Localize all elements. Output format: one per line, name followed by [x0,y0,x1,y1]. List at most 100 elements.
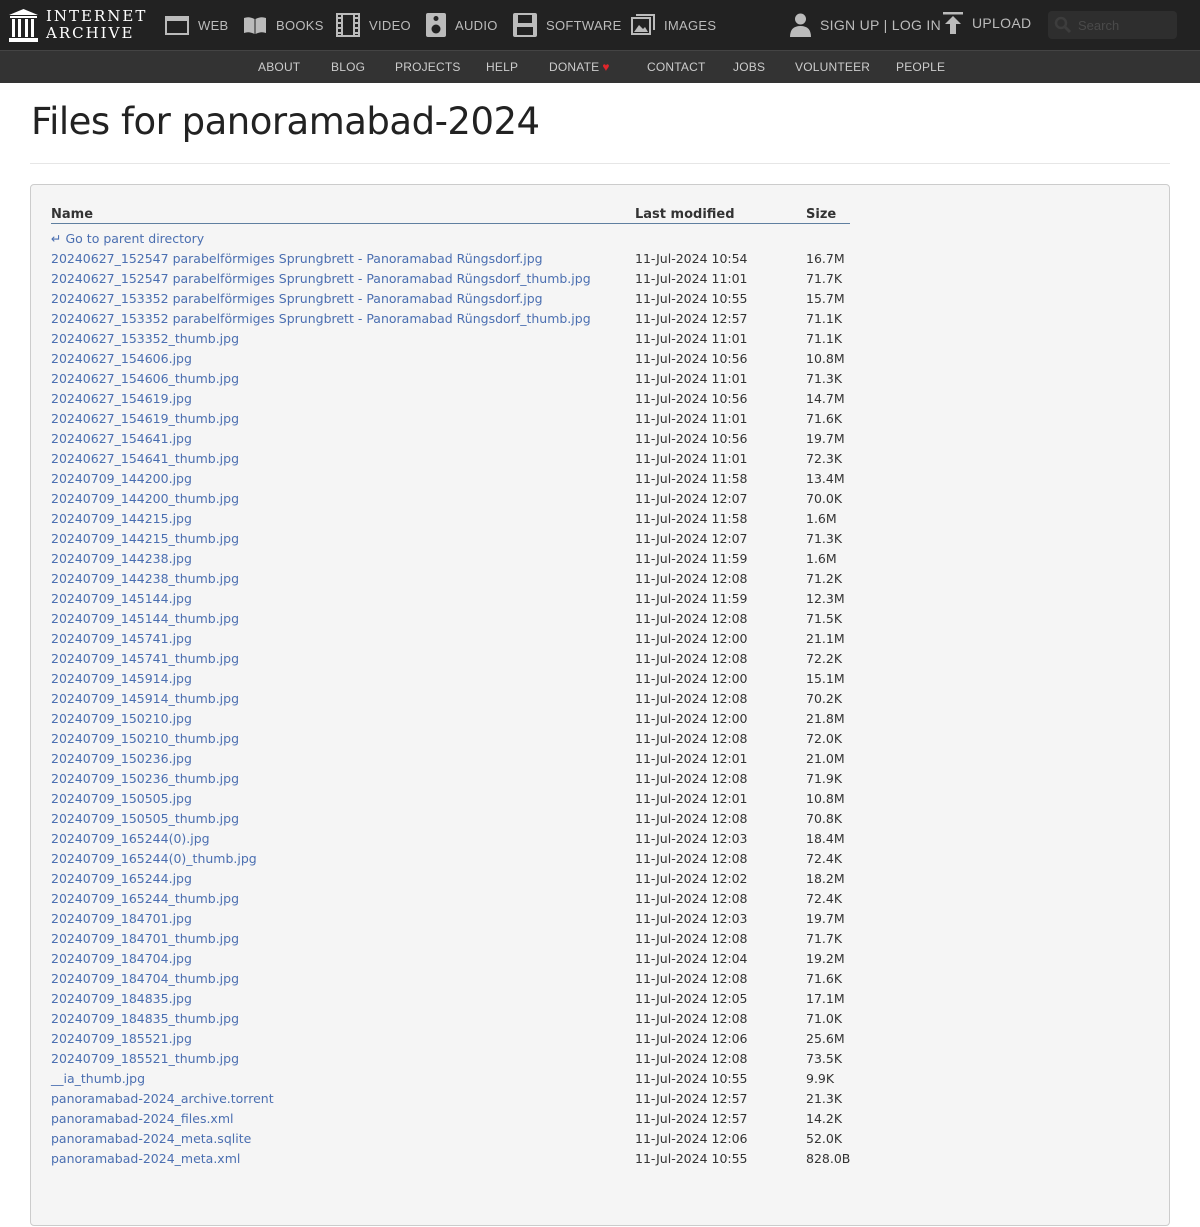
signup-login-link[interactable]: SIGN UP | LOG IN [790,11,941,39]
nav-software-label: SOFTWARE [546,17,622,33]
search-input[interactable] [1076,16,1172,34]
file-link[interactable]: 20240627_154606.jpg [51,351,192,366]
file-link[interactable]: 20240709_145741_thumb.jpg [51,651,239,666]
file-link[interactable]: 20240709_144215_thumb.jpg [51,531,239,546]
file-link[interactable]: 20240709_144238.jpg [51,551,192,566]
nav-software[interactable]: SOFTWARE [513,11,622,39]
subnav-help[interactable]: HELP [486,60,518,74]
subnav-volunteer[interactable]: VOLUNTEER [795,60,870,74]
file-size-cell: 71.0K [806,1010,843,1026]
file-modified-cell: 11-Jul-2024 10:55 [635,290,748,306]
subnav-projects[interactable]: PROJECTS [395,60,461,74]
column-header-last-modified[interactable]: Last modified [635,204,806,224]
file-modified-cell: 11-Jul-2024 11:58 [635,510,748,526]
file-link[interactable]: 20240627_153352 parabelförmiges Sprungbr… [51,311,591,326]
file-link[interactable]: panoramabad-2024_files.xml [51,1111,233,1126]
file-modified-cell: 11-Jul-2024 11:01 [635,270,748,286]
file-link[interactable]: 20240627_152547 parabelförmiges Sprungbr… [51,251,543,266]
file-size-cell: 21.0M [806,750,845,766]
file-name-cell: 20240709_165244(0).jpg [51,828,635,848]
file-link[interactable]: 20240709_165244(0).jpg [51,831,210,846]
table-row: 20240627_154641.jpg 11-Jul-2024 10:56 19.7… [51,428,850,448]
file-link[interactable]: 20240709_184704_thumb.jpg [51,971,239,986]
file-link[interactable]: 20240709_145144.jpg [51,591,192,606]
file-link[interactable]: 20240627_153352 parabelförmiges Sprungbr… [51,291,543,306]
file-link[interactable]: __ia_thumb.jpg [51,1071,145,1086]
file-link[interactable]: 20240709_150210_thumb.jpg [51,731,239,746]
file-name-cell: 20240709_184701_thumb.jpg [51,928,635,948]
internet-archive-logo[interactable]: INTERNET ARCHIVE [9,8,147,42]
file-name-cell: 20240709_184835_thumb.jpg [51,1008,635,1028]
subnav-people[interactable]: PEOPLE [896,60,945,74]
file-link[interactable]: 20240627_154619_thumb.jpg [51,411,239,426]
file-link[interactable]: panoramabad-2024_meta.sqlite [51,1131,251,1146]
subnav-about[interactable]: ABOUT [258,60,300,74]
file-link[interactable]: 20240709_184835.jpg [51,991,192,1006]
file-link[interactable]: 20240627_154641.jpg [51,431,192,446]
file-link[interactable]: 20240709_144200.jpg [51,471,192,486]
file-name-cell: 20240627_154606.jpg [51,348,635,368]
nav-web[interactable]: WEB [165,11,229,39]
file-link[interactable]: 20240627_154641_thumb.jpg [51,451,239,466]
file-link[interactable]: 20240709_185521_thumb.jpg [51,1051,239,1066]
nav-audio[interactable]: AUDIO [426,11,498,39]
nav-books[interactable]: BOOKS [243,11,324,39]
subnav-contact[interactable]: CONTACT [647,60,706,74]
file-size-cell: 72.0K [806,730,843,746]
file-link[interactable]: 20240709_144238_thumb.jpg [51,571,239,586]
file-name-cell: 20240709_150210.jpg [51,708,635,728]
file-size-cell: 70.0K [806,490,843,506]
column-header-size[interactable]: Size [806,204,851,224]
upload-link[interactable]: UPLOAD [943,9,1031,37]
file-size-cell: 71.3K [806,530,843,546]
file-link[interactable]: 20240709_145914_thumb.jpg [51,691,239,706]
file-link[interactable]: 20240709_150236.jpg [51,751,192,766]
subnav-donate[interactable]: DONATE ♥ [549,60,610,74]
file-size-cell: 19.7M [806,430,845,446]
nav-video[interactable]: VIDEO [336,11,411,39]
file-link[interactable]: panoramabad-2024_meta.xml [51,1151,240,1166]
column-header-name[interactable]: Name [51,204,635,224]
file-link[interactable]: 20240627_154619.jpg [51,391,192,406]
file-link[interactable]: 20240709_184701_thumb.jpg [51,931,239,946]
file-name-cell: 20240709_145144.jpg [51,588,635,608]
file-link[interactable]: 20240709_184704.jpg [51,951,192,966]
file-modified-cell: 11-Jul-2024 10:56 [635,350,748,366]
file-link[interactable]: 20240709_184835_thumb.jpg [51,1011,239,1026]
file-link[interactable]: 20240709_145144_thumb.jpg [51,611,239,626]
file-modified-cell: 11-Jul-2024 11:01 [635,450,748,466]
file-link[interactable]: 20240627_153352_thumb.jpg [51,331,239,346]
file-modified-cell: 11-Jul-2024 11:58 [635,470,748,486]
file-name-cell: panoramabad-2024_archive.torrent [51,1088,635,1108]
file-link[interactable]: 20240709_150210.jpg [51,711,192,726]
file-link[interactable]: 20240627_152547 parabelförmiges Sprungbr… [51,271,591,286]
file-link[interactable]: 20240709_145914.jpg [51,671,192,686]
file-link[interactable]: 20240709_150505.jpg [51,791,192,806]
nav-images[interactable]: IMAGES [631,11,716,39]
file-link[interactable]: 20240709_144215.jpg [51,511,192,526]
file-link[interactable]: panoramabad-2024_archive.torrent [51,1091,274,1106]
file-link[interactable]: 20240709_165244(0)_thumb.jpg [51,851,257,866]
file-link[interactable]: 20240709_165244.jpg [51,871,192,886]
parent-directory-link[interactable]: ↵ Go to parent directory [51,231,204,246]
upload-label: UPLOAD [972,15,1032,31]
file-modified-cell: 11-Jul-2024 12:00 [635,670,748,686]
file-name-cell: 20240627_152547 parabelförmiges Sprungbr… [51,268,635,288]
table-row: 20240627_152547 parabelförmiges Sprungbr… [51,268,850,288]
file-link[interactable]: 20240709_144200_thumb.jpg [51,491,239,506]
file-link[interactable]: 20240709_165244_thumb.jpg [51,891,239,906]
file-link[interactable]: 20240627_154606_thumb.jpg [51,371,239,386]
file-name-cell: 20240709_144200.jpg [51,468,635,488]
file-name-cell: 20240709_145914_thumb.jpg [51,688,635,708]
file-size-cell: 18.4M [806,830,845,846]
file-link[interactable]: 20240709_150505_thumb.jpg [51,811,239,826]
subnav-jobs[interactable]: JOBS [733,60,765,74]
heart-icon: ♥ [602,60,610,74]
parent-directory-date [635,224,806,249]
subnav-blog[interactable]: BLOG [331,60,365,74]
file-link[interactable]: 20240709_185521.jpg [51,1031,192,1046]
file-link[interactable]: 20240709_145741.jpg [51,631,192,646]
file-link[interactable]: 20240709_184701.jpg [51,911,192,926]
file-size-cell: 71.1K [806,310,843,326]
file-link[interactable]: 20240709_150236_thumb.jpg [51,771,239,786]
